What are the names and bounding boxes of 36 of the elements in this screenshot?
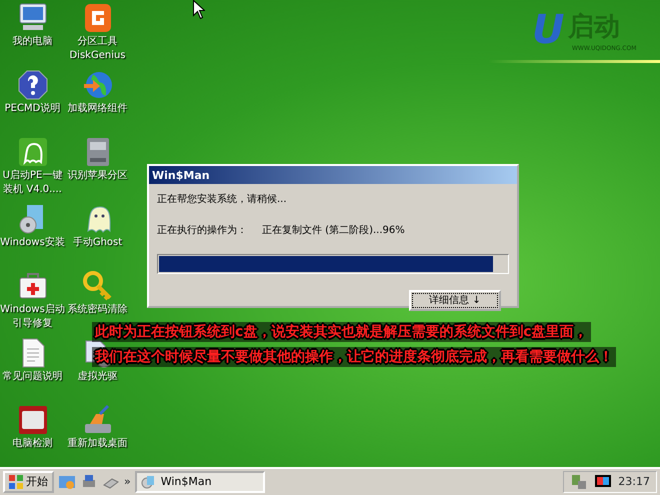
desktop-icon-label[interactable]: Windows安装: [0, 236, 65, 249]
operation-label: 正在执行的操作为：: [157, 224, 248, 238]
help-icon[interactable]: [16, 69, 48, 101]
desktop-icon-label[interactable]: Windows启动: [0, 303, 65, 316]
desktop-icon-label[interactable]: PECMD说明: [4, 102, 60, 115]
caption-text: 此时为正在按钮系统到c盘，说安装其实也就是解压需要的系统文件到c盘里面，: [92, 322, 591, 342]
desktop-icon-label[interactable]: 手动Ghost: [72, 236, 122, 249]
desktop-icon-label[interactable]: 常见问题说明: [2, 370, 62, 383]
logo-mark: U: [532, 10, 564, 50]
start-button[interactable]: 开始: [3, 471, 54, 493]
network-icon[interactable]: [570, 473, 588, 491]
desktop-icon-label[interactable]: 虚拟光驱: [78, 370, 118, 383]
desktop-icon-label[interactable]: 我的电脑: [12, 35, 52, 48]
desktop-icon-label[interactable]: 加载网络组件: [68, 102, 128, 115]
desktop-icon-label[interactable]: 分区工具: [78, 35, 118, 48]
window-title: Win$Man: [149, 166, 517, 184]
desktop-icon-label[interactable]: 重新加载桌面: [68, 437, 128, 450]
mouse-cursor-icon: [193, 0, 205, 19]
clock: 23:17: [618, 474, 650, 490]
desktop-icon-label[interactable]: 系统密码清除: [68, 303, 128, 316]
operation-text: 正在复制文件 (第二阶段)...96%: [262, 224, 405, 238]
more-button[interactable]: »: [124, 474, 131, 490]
desktop-icon-label[interactable]: 引导修复: [12, 317, 52, 330]
desktop-icon-label[interactable]: U启动PE一键: [2, 169, 62, 182]
ghost-icon[interactable]: [16, 136, 48, 168]
caption-text: 我们在这个时候尽量不要做其他的操作，让它的进度条彻底完成，再看需要做什么！: [92, 347, 616, 367]
desktop-icon-label[interactable]: DiskGenius: [69, 49, 126, 62]
status-message: 正在帮您安装系统，请稍候...: [157, 192, 288, 207]
app-icon: [140, 475, 155, 489]
desktop-icon-label[interactable]: 电脑检测: [12, 437, 52, 450]
details-button[interactable]: 详细信息 ↓: [409, 290, 501, 311]
desktop-icon-label[interactable]: 装机 V4.0....: [3, 183, 62, 196]
windows-logo-icon: [9, 475, 23, 489]
key-icon[interactable]: [82, 270, 114, 302]
desktop-icon-label[interactable]: 识别苹果分区: [68, 169, 128, 182]
taskbar-button[interactable]: Win$Man: [134, 471, 265, 493]
